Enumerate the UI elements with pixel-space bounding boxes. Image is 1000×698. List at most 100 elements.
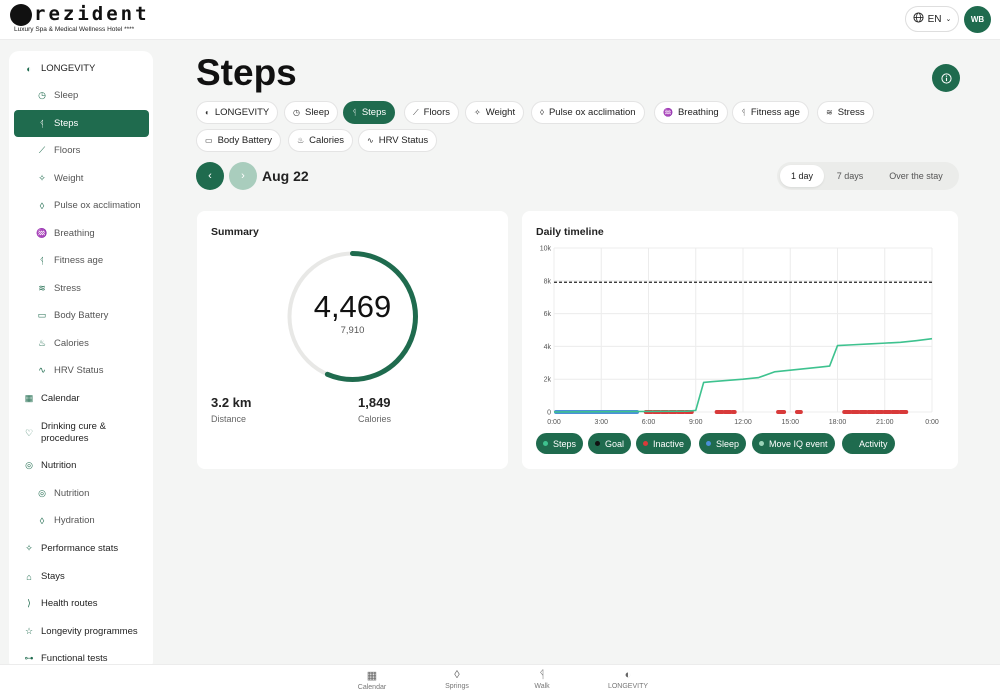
language-label: EN [927,13,942,25]
sidebar-item-label: Floors [54,145,81,156]
chip-floors[interactable]: ⟋ Floors [404,101,460,124]
sidebar-item-weight[interactable]: ✧ Weight [14,165,149,192]
x-tick-label: 3:00 [594,419,608,426]
legend-steps[interactable]: Steps [536,433,584,454]
logo[interactable]: rezident Luxury Spa & Medical Wellness H… [10,3,150,36]
chip-breathing[interactable]: ♒ Breathing [654,101,728,124]
y-tick-label: 8k [544,278,552,285]
next-day-button[interactable]: › [229,162,257,190]
chip-label: Floors [423,107,451,118]
route-icon: ⟩ [27,598,31,608]
sidebar-item-hydration[interactable]: ◊ Hydration [14,507,149,534]
legend-sleep[interactable]: Sleep [699,433,747,454]
info-button[interactable] [932,64,960,92]
x-tick-label: 9:00 [689,419,703,426]
sidebar-item-nutrition[interactable]: ◎ Nutrition [14,452,149,479]
sidebar-item-stress[interactable]: ≋ Stress [14,275,149,302]
steps-goal: 7,910 [340,325,365,336]
star-icon: ☆ [24,626,34,636]
summary-title: Summary [211,226,259,238]
sparkle-icon: ✧ [38,173,46,183]
chip-label: LONGEVITY [214,107,270,118]
run-icon: ᛩ [741,108,746,117]
stairs-icon: ⟋ [413,107,419,117]
sidebar-item-stays[interactable]: ⌂ Stays [14,563,149,590]
previous-day-button[interactable]: ‹ [196,162,224,190]
chip-hrv-status[interactable]: ∿ HRV Status [358,129,438,152]
drop-icon: ◊ [39,515,45,526]
sidebar-item-label: Pulse ox acclimation [54,200,141,211]
drop-icon: ◊ [454,669,460,681]
info-icon [940,72,952,84]
legend-dot [595,441,600,446]
range-1-day[interactable]: 1 day [780,165,824,187]
sidebar-item-label: Drinking cure & procedures [41,421,106,444]
sidebar-item-steps[interactable]: ᛩ Steps [14,110,149,137]
longevity-icon: ◐ [26,63,32,74]
chip-label: Steps [361,107,387,118]
chip-fitness-age[interactable]: ᛩ Fitness age [732,101,809,124]
sidebar-item-breathing[interactable]: ♒ Breathing [14,220,149,247]
chip-weight[interactable]: ✧ Weight [465,101,525,124]
flame-icon: ♨ [37,338,47,348]
y-tick-label: 0 [547,410,551,417]
sidebar-item-longevity[interactable]: ◐ LONGEVITY [14,55,149,82]
distance-label: Distance [211,414,247,424]
sidebar-item-calories[interactable]: ♨ Calories [14,330,149,357]
chip-body-battery[interactable]: ▭ Body Battery [196,129,281,152]
bottom-nav-calendar[interactable]: ▦ Calendar [342,669,402,691]
legend-label: Move IQ event [769,438,828,449]
y-tick-label: 2k [544,377,552,384]
language-button[interactable]: EN ⌄ [905,6,959,32]
sidebar-item-health-routes[interactable]: ⟩ Health routes [14,590,149,617]
x-tick-label: 21:00 [876,419,894,426]
chip-calories[interactable]: ♨ Calories [288,129,354,152]
chip-label: Sleep [304,107,330,118]
bottom-nav-label: Springs [445,683,469,690]
range-over-the-stay[interactable]: Over the stay [878,165,954,187]
sidebar-item-body-battery[interactable]: ▭ Body Battery [14,302,149,329]
legend-move-iq[interactable]: Move IQ event [752,433,835,454]
current-date: Aug 22 [262,168,309,184]
sidebar-item-floors[interactable]: ⟋ Floors [14,137,149,164]
avatar[interactable]: WB [964,6,991,33]
sidebar-item-label: Functional tests [41,653,108,664]
sidebar-item-label: Health routes [41,598,98,609]
sidebar-item-hrv-status[interactable]: ∿ HRV Status [14,357,149,384]
x-tick-label: 0:00 [925,419,939,426]
chip-stress[interactable]: ≋ Stress [817,101,874,124]
calories-label: Calories [358,414,392,424]
heart-icon: ♡ [24,428,34,438]
sidebar: ◐ LONGEVITY ◷ Sleep ᛩ Steps ⟋ Floors ✧ Weight… [9,51,153,671]
sidebar-item-longevity-programmes[interactable]: ☆ Longevity programmes [14,618,149,645]
sidebar-item-nutrition-sub[interactable]: ◎ Nutrition [14,480,149,507]
chip-label: Breathing [677,107,719,118]
page-title: Steps [196,52,297,93]
sidebar-item-performance-stats[interactable]: ✧ Performance stats [14,535,149,562]
chip-longevity[interactable]: ◐ LONGEVITY [196,101,279,124]
bottom-nav-longevity[interactable]: ◐ LONGEVITY [598,669,658,690]
bottom-nav-springs[interactable]: ◊ Springs [427,669,487,690]
sidebar-item-pulse-ox[interactable]: ◊ Pulse ox acclimation [14,192,149,219]
bottom-nav-label: Walk [534,683,550,690]
sidebar-item-fitness-age[interactable]: ᛩ Fitness age [14,247,149,274]
lungs-icon: ♒ [663,108,673,117]
range-7-days[interactable]: 7 days [828,165,872,187]
chip-sleep[interactable]: ◷ Sleep [284,101,339,124]
sidebar-item-sleep[interactable]: ◷ Sleep [14,82,149,109]
drop-icon: ◊ [39,200,45,211]
sidebar-item-drinking-cure[interactable]: ♡ Drinking cure & procedures [14,417,149,449]
x-tick-label: 6:00 [642,419,656,426]
sidebar-item-calendar[interactable]: ▦ Calendar [14,385,149,412]
chip-pulse-ox[interactable]: ◊ Pulse ox acclimation [531,101,645,124]
chip-label: Fitness age [750,107,800,118]
legend-activity[interactable]: Activity [842,433,895,454]
x-tick-label: 12:00 [734,419,752,426]
legend-dot [706,441,711,446]
legend-dot [759,441,764,446]
legend-goal[interactable]: Goal [588,433,632,454]
chip-steps[interactable]: ᛩ Steps [343,101,396,124]
sidebar-item-label: Sleep [54,90,79,101]
legend-inactive[interactable]: Inactive [636,433,692,454]
bottom-nav-walk[interactable]: ᛩ Walk [512,669,572,690]
